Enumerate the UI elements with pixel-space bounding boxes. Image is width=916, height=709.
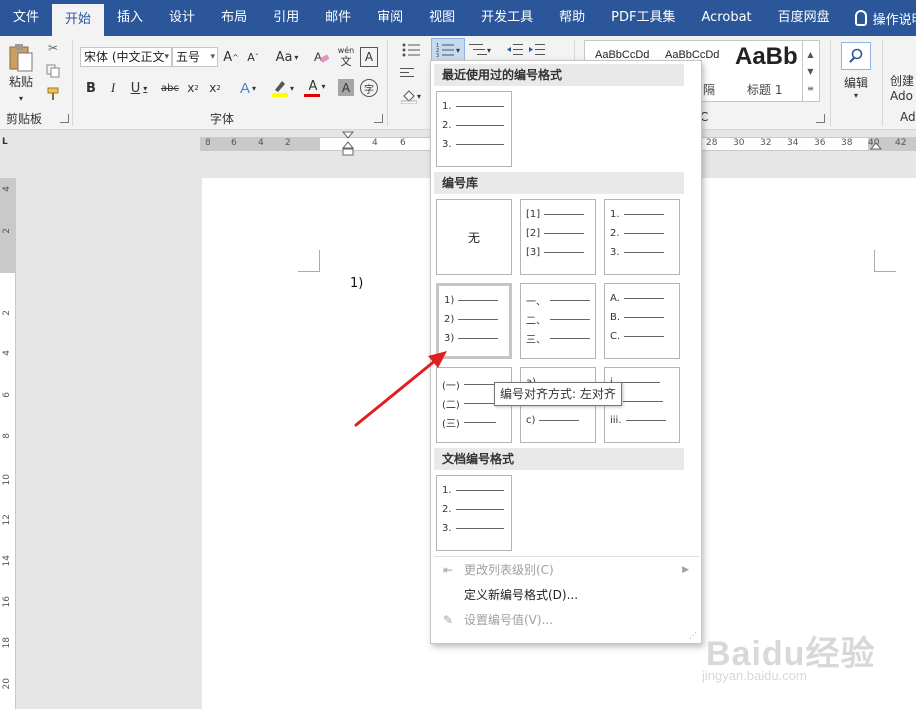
annotation-arrow	[354, 351, 447, 427]
baidu-watermark: Baidu经验 jingyan.baidu.com	[702, 626, 875, 683]
watermark-url: jingyan.baidu.com	[702, 668, 807, 683]
